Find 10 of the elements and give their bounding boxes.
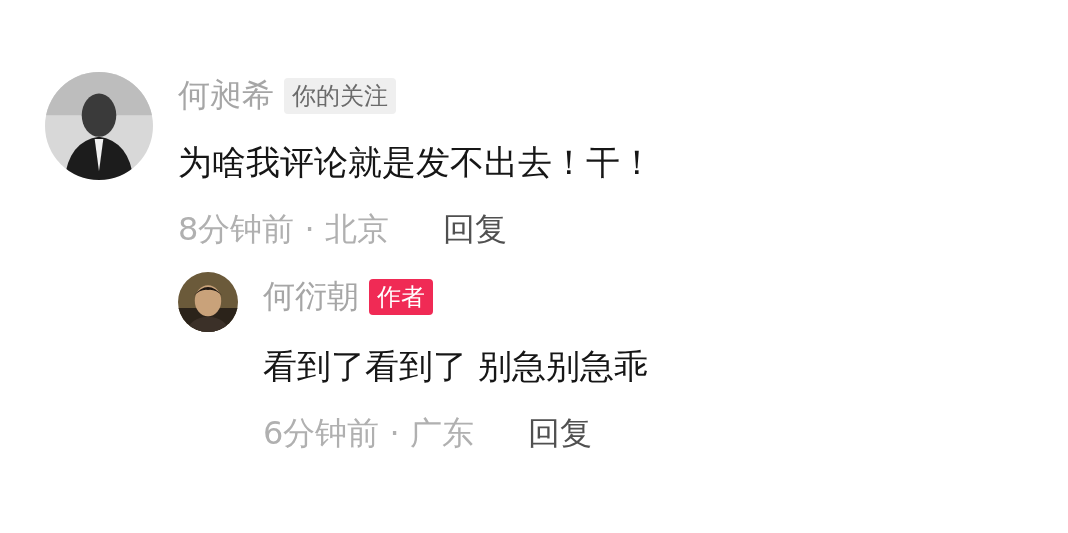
user-name: 何衍朝	[263, 276, 359, 317]
reply-link[interactable]: 回复	[527, 412, 592, 456]
user-name: 何昶希	[178, 75, 274, 116]
user-tag: 你的关注	[284, 78, 396, 114]
comment-time: 8分钟前 · 北京	[178, 209, 389, 250]
user-tag: 作者	[369, 279, 433, 315]
comment-time: 6分钟前 · 广东	[263, 413, 474, 454]
reply-link[interactable]: 回复	[442, 208, 507, 252]
comment-text: 为啥我评论就是发不出去！干！	[178, 141, 654, 184]
comment-text: 看到了看到了 别急别急乖	[263, 345, 648, 388]
